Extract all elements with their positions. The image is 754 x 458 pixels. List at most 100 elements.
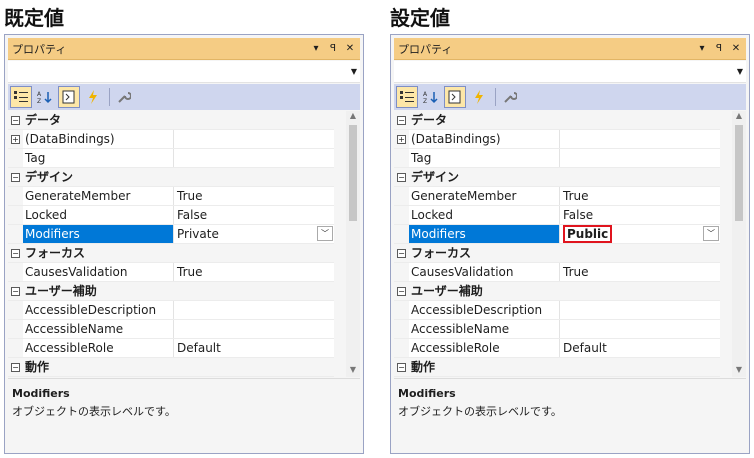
property-row[interactable]: GenerateMember True: [394, 187, 720, 206]
modifiers-value[interactable]: Private: [177, 227, 219, 241]
property-row[interactable]: Tag: [394, 149, 720, 168]
property-value[interactable]: Public ﹀: [560, 225, 720, 243]
scroll-thumb[interactable]: [349, 125, 357, 221]
collapse-icon[interactable]: −: [397, 172, 406, 182]
scroll-up-icon[interactable]: ▲: [346, 111, 360, 123]
property-row[interactable]: Locked False: [394, 206, 720, 225]
property-row-selected[interactable]: Modifiers Public ﹀: [394, 225, 720, 244]
properties-icon[interactable]: [444, 86, 466, 108]
property-value[interactable]: False: [560, 206, 720, 224]
collapse-icon[interactable]: −: [11, 248, 20, 258]
properties-icon[interactable]: [58, 86, 80, 108]
property-row[interactable]: GenerateMember True: [8, 187, 334, 206]
property-row[interactable]: CausesValidation True: [8, 263, 334, 282]
alphabetical-sort-icon[interactable]: AZ: [34, 86, 56, 108]
categorized-icon[interactable]: [10, 86, 32, 108]
scroll-up-icon[interactable]: ▲: [732, 111, 746, 123]
property-value[interactable]: True: [560, 263, 720, 281]
lightning-icon[interactable]: [82, 86, 104, 108]
chevron-down-icon[interactable]: ▼: [737, 67, 743, 76]
property-name: Tag: [23, 149, 174, 167]
property-value[interactable]: Default: [560, 339, 720, 357]
category-label: デザイン: [411, 170, 460, 184]
property-name: CausesValidation: [409, 263, 560, 281]
category-row-accessibility[interactable]: − ユーザー補助: [8, 282, 334, 301]
properties-panel-default: プロパティ ▾ ꟼ ✕ ▼ AZ − データ + (DataBindings) Ta…: [4, 34, 364, 454]
collapse-icon[interactable]: −: [397, 362, 406, 372]
vertical-scrollbar[interactable]: ▲ ▼: [732, 111, 746, 377]
property-row[interactable]: Locked False: [8, 206, 334, 225]
property-value[interactable]: [560, 130, 720, 148]
chevron-down-icon[interactable]: ﹀: [317, 226, 333, 241]
property-value[interactable]: [174, 130, 334, 148]
property-name: AccessibleName: [23, 320, 174, 338]
property-value[interactable]: True: [560, 187, 720, 205]
property-value[interactable]: [174, 320, 334, 338]
collapse-icon[interactable]: −: [11, 115, 20, 125]
category-row-design[interactable]: − デザイン: [8, 168, 334, 187]
property-row[interactable]: AccessibleName: [8, 320, 334, 339]
close-icon[interactable]: ✕: [343, 43, 357, 54]
alphabetical-sort-icon[interactable]: AZ: [420, 86, 442, 108]
property-value[interactable]: [174, 149, 334, 167]
property-value[interactable]: True: [174, 263, 334, 281]
pin-icon[interactable]: ꟼ: [326, 43, 340, 54]
property-value[interactable]: False: [174, 206, 334, 224]
property-name: (DataBindings): [23, 130, 174, 148]
expand-icon[interactable]: +: [11, 134, 20, 144]
property-row[interactable]: AccessibleRole Default: [394, 339, 720, 358]
object-selector[interactable]: ▼: [8, 61, 360, 83]
toolbar-separator: [109, 88, 110, 106]
category-row-accessibility[interactable]: − ユーザー補助: [394, 282, 720, 301]
collapse-icon[interactable]: −: [11, 362, 20, 372]
expand-icon[interactable]: +: [397, 134, 406, 144]
scroll-down-icon[interactable]: ▼: [732, 365, 746, 377]
dropdown-icon[interactable]: ▾: [309, 43, 323, 54]
collapse-icon[interactable]: −: [11, 286, 20, 296]
property-row-selected[interactable]: Modifiers Private ﹀: [8, 225, 334, 244]
category-label: データ: [25, 113, 62, 127]
property-value[interactable]: [560, 149, 720, 167]
property-row[interactable]: CausesValidation True: [394, 263, 720, 282]
category-row-behavior[interactable]: − 動作: [394, 358, 720, 377]
scroll-thumb[interactable]: [735, 125, 743, 221]
collapse-icon[interactable]: −: [397, 286, 406, 296]
property-name: AccessibleRole: [409, 339, 560, 357]
property-row[interactable]: + (DataBindings): [8, 130, 334, 149]
category-row-design[interactable]: − デザイン: [394, 168, 720, 187]
property-value[interactable]: [560, 301, 720, 319]
chevron-down-icon[interactable]: ﹀: [703, 226, 719, 241]
object-selector[interactable]: ▼: [394, 61, 746, 83]
property-value[interactable]: [560, 320, 720, 338]
wrench-icon[interactable]: [113, 86, 135, 108]
property-value[interactable]: [174, 301, 334, 319]
property-row[interactable]: AccessibleName: [394, 320, 720, 339]
pin-icon[interactable]: ꟼ: [712, 43, 726, 54]
vertical-scrollbar[interactable]: ▲ ▼: [346, 111, 360, 377]
dropdown-icon[interactable]: ▾: [695, 43, 709, 54]
close-icon[interactable]: ✕: [729, 43, 743, 54]
collapse-icon[interactable]: −: [397, 248, 406, 258]
category-row-data[interactable]: − データ: [394, 111, 720, 130]
category-row-focus[interactable]: − フォーカス: [394, 244, 720, 263]
collapse-icon[interactable]: −: [11, 172, 20, 182]
scroll-down-icon[interactable]: ▼: [346, 365, 360, 377]
category-row-data[interactable]: − データ: [8, 111, 334, 130]
chevron-down-icon[interactable]: ▼: [351, 67, 357, 76]
property-row[interactable]: AccessibleDescription: [8, 301, 334, 320]
categorized-icon[interactable]: [396, 86, 418, 108]
wrench-icon[interactable]: [499, 86, 521, 108]
property-value[interactable]: Private ﹀: [174, 225, 334, 243]
property-grid: − データ + (DataBindings) Tag − デザイン GenerateM…: [8, 111, 334, 377]
property-row[interactable]: AccessibleRole Default: [8, 339, 334, 358]
property-value[interactable]: True: [174, 187, 334, 205]
category-row-behavior[interactable]: − 動作: [8, 358, 334, 377]
property-row[interactable]: AccessibleDescription: [394, 301, 720, 320]
collapse-icon[interactable]: −: [397, 115, 406, 125]
modifiers-value-highlighted[interactable]: Public: [563, 225, 613, 243]
property-value[interactable]: Default: [174, 339, 334, 357]
category-row-focus[interactable]: − フォーカス: [8, 244, 334, 263]
property-row[interactable]: + (DataBindings): [394, 130, 720, 149]
property-row[interactable]: Tag: [8, 149, 334, 168]
lightning-icon[interactable]: [468, 86, 490, 108]
